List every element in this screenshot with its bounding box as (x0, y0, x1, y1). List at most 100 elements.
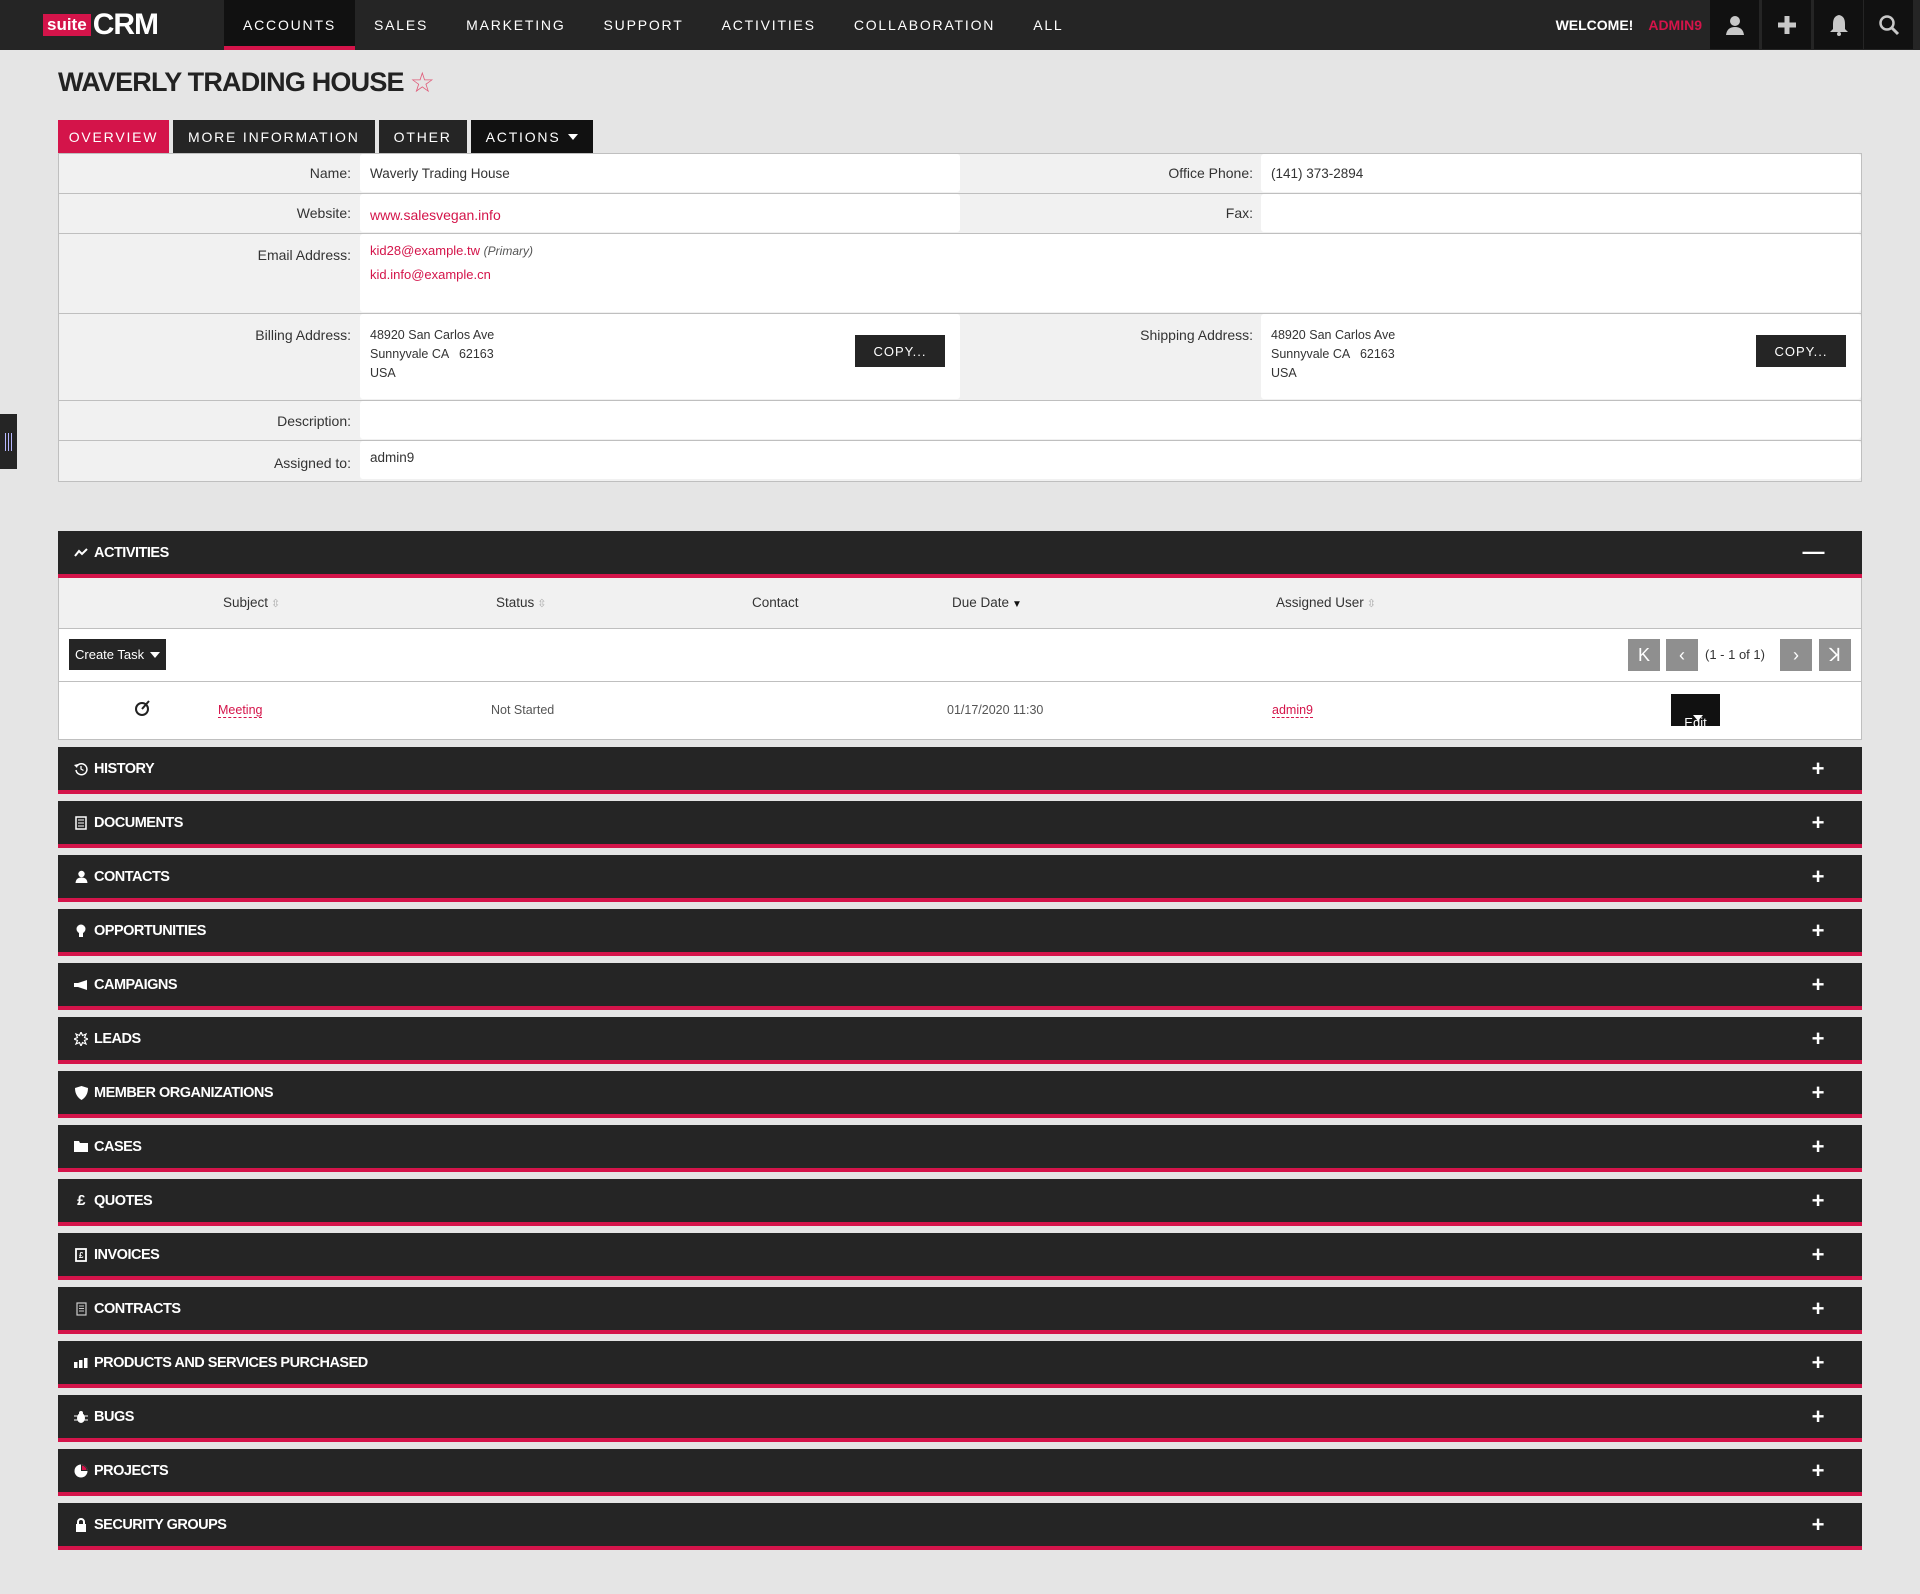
expand-plus-icon[interactable]: + (1812, 1136, 1825, 1158)
copy-billing-button[interactable]: COPY... (855, 335, 945, 367)
tab-other[interactable]: OTHER (378, 120, 467, 153)
office-phone-value: (141) 373-2894 (1261, 154, 1861, 192)
invoices-icon: £ (74, 1247, 88, 1262)
nav-collaboration[interactable]: COLLABORATION (835, 0, 1014, 50)
tab-more-information[interactable]: MORE INFORMATION (173, 120, 375, 153)
website-link[interactable]: www.salesvegan.info (370, 207, 501, 223)
subpanel-quotes-header[interactable]: £ QUOTES + (58, 1179, 1862, 1226)
user-menu-button[interactable] (1710, 0, 1759, 49)
fax-label: Fax: (1225, 205, 1253, 221)
tab-actions[interactable]: ACTIONS (470, 120, 594, 153)
shipping-address-label: Shipping Address: (1140, 327, 1253, 343)
expand-plus-icon[interactable]: + (1812, 1514, 1825, 1536)
subpanel-activities-header[interactable]: ACTIVITIES — (58, 531, 1862, 578)
website-value: www.salesvegan.info (360, 194, 960, 232)
nav-support[interactable]: SUPPORT (585, 0, 703, 50)
previous-page-button[interactable]: ‹ (1666, 639, 1698, 671)
quick-create-button[interactable] (1762, 0, 1811, 49)
last-page-button[interactable]: ꓘ (1819, 639, 1851, 671)
row-name-phone: Name: Waverly Trading House Office Phone… (59, 154, 1861, 194)
first-page-icon: K (1637, 644, 1650, 665)
edit-activity-button[interactable]: Edit (1671, 694, 1720, 730)
subpanel-projects-title: PROJECTS (94, 1462, 169, 1479)
subpanel-projects-header[interactable]: PROJECTS + (58, 1449, 1862, 1496)
expand-plus-icon[interactable]: + (1812, 974, 1825, 996)
notifications-button[interactable] (1814, 0, 1863, 49)
subpanel-campaigns-header[interactable]: CAMPAIGNS + (58, 963, 1862, 1010)
activity-assigned-user-link[interactable]: admin9 (1272, 703, 1313, 718)
activity-chart-icon (74, 546, 88, 560)
subpanel-contacts-header[interactable]: CONTACTS + (58, 855, 1862, 902)
subpanel-documents: DOCUMENTS + (58, 801, 1862, 848)
expand-plus-icon[interactable]: + (1812, 1352, 1825, 1374)
subpanel-quotes: £ QUOTES + (58, 1179, 1862, 1226)
copy-shipping-button[interactable]: COPY... (1756, 335, 1846, 367)
subpanel-invoices-header[interactable]: £ INVOICES + (58, 1233, 1862, 1280)
col-status[interactable]: Status ⇳ (496, 595, 547, 610)
record-title: WAVERLY TRADING HOUSE (58, 67, 405, 97)
activity-subject-link[interactable]: Meeting (218, 703, 263, 718)
activities-toolbar: Create Task K ‹ (1 - 1 of 1) › ꓘ (59, 629, 1861, 682)
create-task-button[interactable]: Create Task (69, 639, 167, 670)
suitecrm-logo[interactable]: suite CRM (43, 10, 159, 40)
next-page-button[interactable]: › (1780, 639, 1812, 671)
nav-accounts[interactable]: ACCOUNTS (224, 0, 355, 50)
expand-plus-icon[interactable]: + (1812, 1028, 1825, 1050)
expand-plus-icon[interactable]: + (1812, 920, 1825, 942)
top-navigation-bar: suite CRM ACCOUNTS SALES MARKETING SUPPO… (0, 0, 1920, 50)
subpanel-member-organizations: MEMBER ORGANIZATIONS + (58, 1071, 1862, 1118)
subpanel-bugs-header[interactable]: BUGS + (58, 1395, 1862, 1442)
expand-plus-icon[interactable]: + (1812, 1460, 1825, 1482)
products-and-services-purchased-icon (74, 1356, 88, 1370)
subpanel-member-organizations-header[interactable]: MEMBER ORGANIZATIONS + (58, 1071, 1862, 1118)
activity-status: Not Started (491, 703, 555, 717)
subpanel-contracts-header[interactable]: CONTRACTS + (58, 1287, 1862, 1334)
subpanel-bugs: BUGS + (58, 1395, 1862, 1442)
activities-table: Subject ⇳ Status ⇳ Contact Due Date ▼ Assig… (58, 578, 1862, 740)
detail-panel: Name: Waverly Trading House Office Phone… (58, 153, 1862, 482)
assigned-value: admin9 (360, 441, 1861, 479)
subpanel-cases-header[interactable]: CASES + (58, 1125, 1862, 1172)
leads-icon (74, 1031, 88, 1046)
collapse-minus-icon[interactable]: — (1803, 541, 1825, 563)
subpanel-history-header[interactable]: HISTORY + (58, 747, 1862, 794)
pagination-text: (1 - 1 of 1) (1705, 647, 1765, 662)
expand-plus-icon[interactable]: + (1812, 1244, 1825, 1266)
expand-plus-icon[interactable]: + (1812, 1298, 1825, 1320)
subpanel-bugs-title: BUGS (94, 1408, 134, 1425)
expand-plus-icon[interactable]: + (1812, 1082, 1825, 1104)
subpanel-cases-title: CASES (94, 1138, 142, 1155)
expand-plus-icon[interactable]: + (1812, 866, 1825, 888)
col-subject[interactable]: Subject ⇳ (223, 595, 280, 610)
nav-activities[interactable]: ACTIVITIES (703, 0, 835, 50)
email-secondary-link[interactable]: kid.info@example.cn (370, 267, 491, 282)
nav-marketing[interactable]: MARKETING (447, 0, 584, 50)
subpanel-documents-title: DOCUMENTS (94, 814, 183, 831)
subpanel-security-groups-header[interactable]: SECURITY GROUPS + (58, 1503, 1862, 1550)
expand-plus-icon[interactable]: + (1812, 1406, 1825, 1428)
svg-text:£: £ (79, 1251, 84, 1260)
nav-all[interactable]: ALL (1014, 0, 1082, 50)
tab-overview[interactable]: OVERVIEW (58, 120, 169, 153)
nav-sales[interactable]: SALES (355, 0, 447, 50)
first-page-button[interactable]: K (1628, 639, 1660, 671)
email-primary-link[interactable]: kid28@example.tw (370, 243, 480, 258)
expand-plus-icon[interactable]: + (1812, 812, 1825, 834)
subpanel-leads-title: LEADS (94, 1030, 141, 1047)
col-due-date[interactable]: Due Date ▼ (952, 595, 1022, 610)
subpanel-opportunities-header[interactable]: OPPORTUNITIES + (58, 909, 1862, 956)
subpanel-products-and-services-purchased-header[interactable]: PRODUCTS AND SERVICES PURCHASED + (58, 1341, 1862, 1388)
subpanel-documents-header[interactable]: DOCUMENTS + (58, 801, 1862, 848)
username-link[interactable]: ADMIN9 (1648, 17, 1702, 33)
quotes-icon: £ (77, 1192, 85, 1209)
search-button[interactable] (1864, 0, 1913, 49)
favorite-star-icon[interactable]: ☆ (410, 66, 435, 99)
expand-plus-icon[interactable]: + (1812, 1190, 1825, 1212)
subpanel-invoices-title: INVOICES (94, 1246, 160, 1263)
subpanel-leads-header[interactable]: LEADS + (58, 1017, 1862, 1064)
shipping-address-value: 48920 San Carlos Ave Sunnyvale CA 62163 … (1261, 314, 1861, 399)
expand-plus-icon[interactable]: + (1812, 758, 1825, 780)
subpanel-invoices: £ INVOICES + (58, 1233, 1862, 1280)
sidebar-toggle[interactable] (0, 414, 17, 469)
col-assigned-user[interactable]: Assigned User ⇳ (1276, 595, 1376, 610)
